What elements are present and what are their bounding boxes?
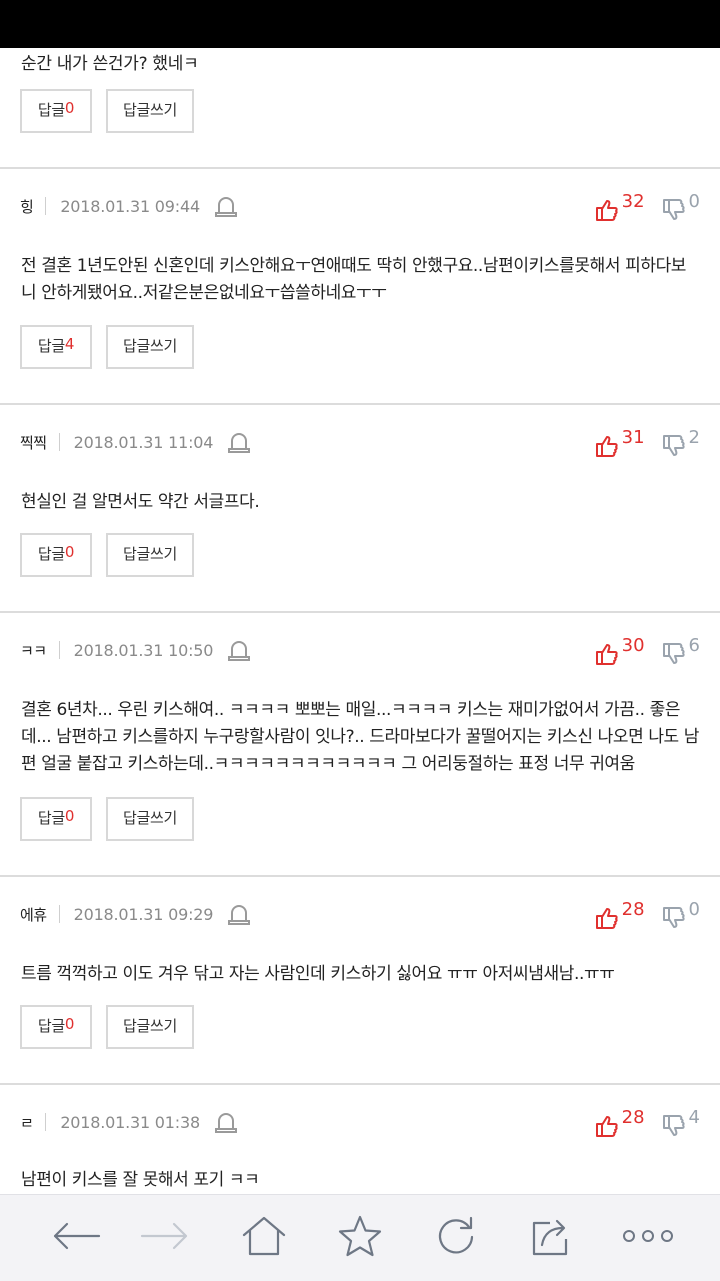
comment-list[interactable]: 순간 내가 쓴건가? 했네ㅋ 답글 0 답글쓰기 힝 2018.01.31 09:… (0, 48, 720, 1194)
like-count: 30 (621, 635, 645, 656)
divider (45, 197, 47, 215)
reply-count-button[interactable]: 답글 0 (20, 89, 92, 133)
reply-count-button[interactable]: 답글 0 (20, 533, 92, 577)
write-reply-button[interactable]: 답글쓰기 (106, 797, 194, 841)
reply-count-button[interactable]: 답글 4 (20, 325, 92, 369)
thumbs-up-icon (595, 200, 618, 221)
dislike-button[interactable]: 4 (661, 1107, 700, 1139)
like-button[interactable]: 28 (594, 899, 645, 931)
comment-text: 순간 내가 쓴건가? 했네ㅋ (21, 54, 199, 74)
comment-text: 결혼 6년차... 우린 키스해여.. ㅋㅋㅋㅋ 뽀뽀는 매일...ㅋㅋㅋㅋ 키… (21, 700, 700, 774)
like-button[interactable]: 31 (594, 427, 645, 459)
refresh-button[interactable] (428, 1213, 484, 1259)
siren-icon[interactable] (227, 430, 251, 454)
back-button[interactable] (48, 1213, 104, 1259)
comment-author: 찍찍 (20, 433, 47, 452)
reply-count-button[interactable]: 답글 0 (20, 1005, 92, 1049)
write-reply-button[interactable]: 답글쓰기 (106, 89, 194, 133)
write-reply-button[interactable]: 답글쓰기 (106, 533, 194, 577)
comment-item: ㅋㅋ 2018.01.31 10:50 30 6 결혼 6년차... 우린 키스… (0, 611, 720, 877)
reply-count: 0 (64, 1015, 75, 1033)
reply-label: 답글 (37, 101, 65, 119)
divider (58, 433, 60, 451)
thumbs-up-icon (595, 644, 618, 665)
dislike-count: 4 (688, 1107, 700, 1128)
comment-date: 2018.01.31 10:50 (73, 640, 214, 660)
dislike-button[interactable]: 0 (661, 191, 700, 223)
reply-count: 0 (64, 807, 75, 825)
more-icon (623, 1230, 673, 1242)
divider (58, 641, 60, 659)
comment-text: 현실인 걸 알면서도 약간 서글프다. (21, 492, 260, 512)
comment-date: 2018.01.31 09:29 (73, 904, 214, 924)
dislike-button[interactable]: 2 (661, 427, 700, 459)
reply-label: 답글 (37, 809, 65, 827)
comment-item: 에휴 2018.01.31 09:29 28 0 트름 꺽꺽하고 이도 겨우 닦… (0, 875, 720, 1085)
dislike-count: 0 (688, 899, 700, 920)
comment-date: 2018.01.31 01:38 (60, 1112, 200, 1132)
thumbs-up-icon (595, 1116, 618, 1137)
comment-text: 남편이 키스를 잘 못해서 포기 ㅋㅋ (21, 1170, 260, 1190)
siren-icon[interactable] (214, 1110, 238, 1134)
share-icon (532, 1219, 568, 1256)
reply-label: 답글 (37, 1017, 65, 1035)
dislike-count: 0 (688, 191, 700, 212)
more-button[interactable] (620, 1213, 676, 1259)
siren-icon[interactable] (214, 194, 238, 218)
thumbs-down-icon (662, 199, 685, 220)
like-button[interactable]: 32 (594, 191, 645, 223)
divider (58, 905, 60, 923)
comment-date: 2018.01.31 09:44 (60, 196, 200, 216)
comment-author: 힝 (20, 197, 34, 216)
home-button[interactable] (236, 1213, 292, 1259)
comment-item: 찍찍 2018.01.31 11:04 31 2 현실인 걸 알면서도 약간 서… (0, 403, 720, 613)
comment-author: 에휴 (20, 905, 47, 924)
star-icon (338, 1215, 382, 1257)
share-button[interactable] (524, 1213, 580, 1259)
thumbs-up-icon (595, 436, 618, 457)
forward-button[interactable] (137, 1213, 193, 1259)
siren-icon[interactable] (227, 638, 251, 662)
reply-count: 0 (64, 543, 75, 561)
refresh-icon (438, 1216, 474, 1254)
like-count: 28 (621, 899, 645, 920)
reply-count: 4 (64, 335, 75, 353)
comment-text: 전 결혼 1년도안된 신혼인데 키스안해요ㅜ연애때도 딱히 안했구요..남편이키… (21, 256, 687, 303)
home-icon (242, 1216, 286, 1256)
forward-arrow-icon (140, 1222, 188, 1250)
reply-label: 답글 (37, 337, 65, 355)
browser-toolbar (0, 1194, 720, 1281)
write-reply-button[interactable]: 답글쓰기 (106, 1005, 194, 1049)
like-count: 28 (621, 1107, 645, 1128)
like-button[interactable]: 28 (594, 1107, 645, 1139)
siren-icon[interactable] (227, 902, 251, 926)
reply-label: 답글 (37, 545, 65, 563)
reply-count-button[interactable]: 답글 0 (20, 797, 92, 841)
like-count: 32 (621, 191, 645, 212)
thumbs-down-icon (662, 907, 685, 928)
comment-item: ㄹ 2018.01.31 01:38 28 4 남편이 키스를 잘 못해서 포기… (0, 1083, 720, 1194)
status-bar (0, 0, 720, 48)
dislike-count: 2 (688, 427, 700, 448)
thumbs-down-icon (662, 435, 685, 456)
bookmark-button[interactable] (332, 1213, 388, 1259)
comment-item: 힝 2018.01.31 09:44 32 0 전 결혼 1년도안된 신혼인데 … (0, 167, 720, 405)
back-arrow-icon (53, 1222, 101, 1250)
thumbs-down-icon (662, 1115, 685, 1136)
like-button[interactable]: 30 (594, 635, 645, 667)
divider (45, 1113, 47, 1131)
reply-count: 0 (64, 99, 75, 117)
like-count: 31 (621, 427, 645, 448)
comment-author: ㅋㅋ (20, 641, 47, 660)
thumbs-up-icon (595, 908, 618, 929)
thumbs-down-icon (662, 643, 685, 664)
dislike-button[interactable]: 6 (661, 635, 700, 667)
comment-text: 트름 꺽꺽하고 이도 겨우 닦고 자는 사람인데 키스하기 싫어요 ㅠㅠ 아저씨… (21, 964, 615, 984)
write-reply-button[interactable]: 답글쓰기 (106, 325, 194, 369)
comment-date: 2018.01.31 11:04 (73, 432, 214, 452)
dislike-count: 6 (688, 635, 700, 656)
comment-author: ㄹ (20, 1113, 34, 1132)
dislike-button[interactable]: 0 (661, 899, 700, 931)
